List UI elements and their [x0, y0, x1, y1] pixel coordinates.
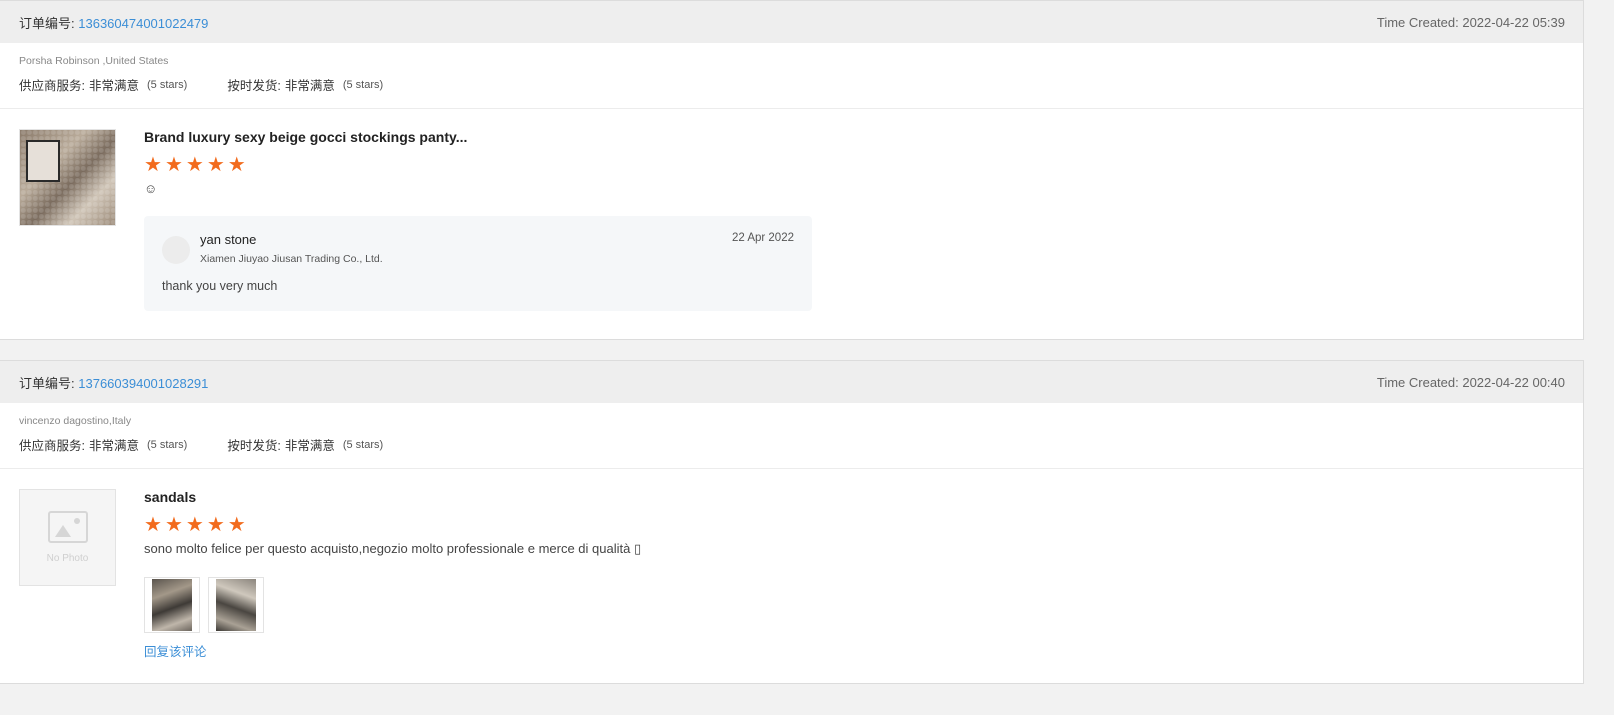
supplier-service-value: 非常满意 — [88, 79, 139, 93]
review-body: sandals ★ ★ ★ ★ ★ sono molto felice per … — [144, 489, 1564, 660]
order-ratings: 供应商服务: 非常满意 (5 stars) 按时发货: 非常满意 (5 star… — [19, 435, 1564, 454]
review-photo[interactable] — [208, 577, 264, 633]
time-created: Time Created: 2022-04-22 05:39 — [1376, 14, 1565, 30]
order-number: 订单编号: 136360474001022479 — [19, 13, 208, 32]
order-number-link[interactable]: 137660394001028291 — [78, 376, 208, 391]
review-photo-image — [216, 579, 256, 631]
review-photo-image — [152, 579, 192, 631]
supplier-service-rating: 供应商服务: 非常满意 (5 stars) — [19, 75, 187, 94]
star-icon: ★ — [164, 154, 183, 176]
supplier-service-stars: (5 stars) — [147, 438, 188, 451]
order-ratings: 供应商服务: 非常满意 (5 stars) 按时发货: 非常满意 (5 star… — [19, 75, 1564, 94]
ontime-shipping-label: 按时发货: — [227, 79, 281, 93]
image-placeholder-icon — [47, 511, 88, 543]
review-item: No Photo sandals ★ ★ ★ ★ ★ sono molto fe… — [0, 469, 1583, 660]
order-header: 订单编号: 137660394001028291 Time Created: 2… — [0, 361, 1583, 403]
star-icon: ★ — [227, 514, 246, 536]
avatar — [162, 236, 190, 264]
time-created: Time Created: 2022-04-22 00:40 — [1376, 374, 1565, 390]
product-thumbnail-placeholder: No Photo — [19, 489, 116, 586]
reply-meta: yan stone Xiamen Jiuyao Jiusan Trading C… — [200, 232, 383, 265]
review-stars: ★ ★ ★ ★ ★ — [144, 515, 1564, 535]
buyer-block: Porsha Robinson ,United States 供应商服务: 非常… — [0, 43, 1583, 109]
buyer-name: Porsha Robinson ,United States — [19, 55, 169, 67]
ontime-shipping-value: 非常满意 — [284, 439, 335, 453]
order-card: 订单编号: 137660394001028291 Time Created: 2… — [0, 360, 1584, 684]
supplier-service-rating: 供应商服务: 非常满意 (5 stars) — [19, 435, 187, 454]
product-box-graphic — [26, 140, 60, 182]
supplier-service-label: 供应商服务: — [19, 79, 85, 93]
review-stars: ★ ★ ★ ★ ★ — [144, 155, 1564, 175]
reply-to-review-link[interactable]: 回复该评论 — [144, 641, 1564, 660]
product-thumbnail[interactable] — [19, 129, 116, 226]
reply-text: thank you very much — [162, 279, 278, 293]
reply-header: yan stone Xiamen Jiuyao Jiusan Trading C… — [162, 232, 794, 265]
review-photos — [144, 577, 1564, 633]
review-photo[interactable] — [144, 577, 200, 633]
order-number-label: 订单编号: — [19, 375, 75, 391]
reply-date: 22 Apr 2022 — [731, 232, 794, 244]
ontime-shipping-rating: 按时发货: 非常满意 (5 stars) — [227, 435, 383, 454]
reply-author-name: yan stone — [200, 232, 257, 247]
buyer-name: vincenzo dagostino,Italy — [19, 415, 132, 427]
product-title[interactable]: Brand luxury sexy beige gocci stockings … — [144, 129, 1564, 145]
review-text: sono molto felice per questo acquisto,ne… — [144, 541, 642, 556]
star-icon: ★ — [185, 514, 204, 536]
buyer-block: vincenzo dagostino,Italy 供应商服务: 非常满意 (5 … — [0, 403, 1583, 469]
star-icon: ★ — [227, 154, 246, 176]
order-card: 订单编号: 136360474001022479 Time Created: 2… — [0, 0, 1584, 340]
ontime-shipping-label: 按时发货: — [227, 439, 281, 453]
star-icon: ★ — [206, 514, 225, 536]
supplier-service-label: 供应商服务: — [19, 439, 85, 453]
review-body: Brand luxury sexy beige gocci stockings … — [144, 129, 1564, 311]
reply-company: Xiamen Jiuyao Jiusan Trading Co., Ltd. — [200, 253, 383, 265]
product-title[interactable]: sandals — [144, 489, 1564, 505]
star-icon: ★ — [206, 154, 225, 176]
ontime-shipping-rating: 按时发货: 非常满意 (5 stars) — [227, 75, 383, 94]
order-number-link[interactable]: 136360474001022479 — [78, 16, 208, 31]
order-header: 订单编号: 136360474001022479 Time Created: 2… — [0, 1, 1583, 43]
ontime-shipping-stars: (5 stars) — [342, 78, 384, 91]
no-photo-text: No Photo — [46, 553, 89, 564]
star-icon: ★ — [144, 154, 162, 176]
ontime-shipping-value: 非常满意 — [284, 79, 335, 93]
supplier-service-stars: (5 stars) — [147, 78, 188, 91]
review-text: ☺ — [144, 181, 158, 196]
order-number: 订单编号: 137660394001028291 — [19, 373, 208, 392]
review-item: Brand luxury sexy beige gocci stockings … — [0, 109, 1583, 311]
star-icon: ★ — [185, 154, 204, 176]
supplier-service-value: 非常满意 — [88, 439, 139, 453]
star-icon: ★ — [164, 514, 183, 536]
ontime-shipping-stars: (5 stars) — [342, 438, 384, 451]
seller-reply: yan stone Xiamen Jiuyao Jiusan Trading C… — [144, 216, 812, 311]
star-icon: ★ — [144, 514, 162, 536]
order-number-label: 订单编号: — [19, 15, 75, 31]
